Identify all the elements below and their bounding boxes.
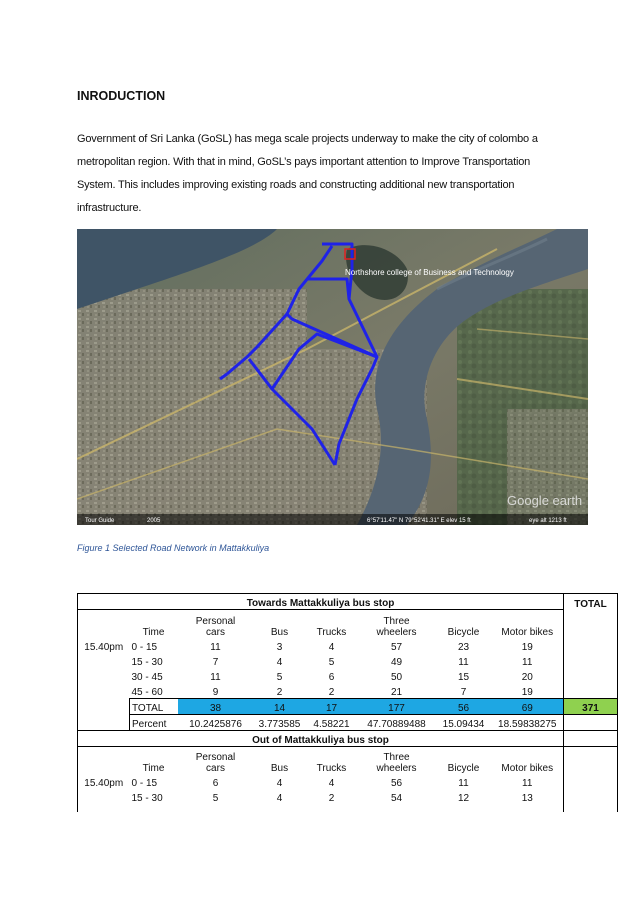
- table-row: 30 - 45 11 5 6 50 15 20: [77, 667, 618, 683]
- total-row: TOTAL 38 14 17 177 56 69 371: [77, 697, 618, 715]
- col-personal-cars: Personal cars: [177, 609, 254, 638]
- intro-line: Government of Sri Lanka (GoSL) has mega …: [77, 133, 538, 145]
- col-three-wheelers: Three wheelers: [357, 609, 436, 638]
- out-title: Out of Mattakkuliya bus stop: [77, 730, 564, 746]
- intro-line: infrastructure.: [77, 202, 142, 214]
- table-row: 15.40pm 0 - 15 6 4 4 56 11 11: [77, 774, 618, 789]
- time-label: 15.40pm: [77, 637, 130, 653]
- intro-line: metropolitan region. With that in mind, …: [77, 156, 531, 168]
- map-coordinates: 6°57'11.47" N 79°52'41.31" E elev 15 ft: [367, 518, 471, 524]
- grand-total: 371: [563, 697, 618, 715]
- map-watermark: Google earth: [507, 493, 582, 508]
- satellite-map-image: Northshore college of Business and Techn…: [77, 229, 588, 525]
- map-eye-altitude: eye alt 1213 ft: [529, 518, 567, 524]
- traffic-count-table: Towards Mattakkuliya bus stop TOTAL Time…: [77, 593, 618, 812]
- map-tour-guide: Tour Guide: [85, 518, 115, 524]
- intro-line: System. This includes improving existing…: [77, 179, 515, 191]
- percent-row: Percent 10.2425876 3.773585 4.58221 47.7…: [77, 714, 618, 731]
- table-row: 15.40pm 0 - 15 11 3 4 57 23 19: [77, 637, 618, 653]
- map-college-label: Northshore college of Business and Techn…: [345, 268, 514, 277]
- map-year: 2005: [147, 518, 161, 524]
- col-bicycle: Bicycle: [435, 609, 492, 638]
- towards-title: Towards Mattakkuliya bus stop: [77, 593, 564, 610]
- intro-paragraph: Government of Sri Lanka (GoSL) has mega …: [77, 128, 577, 220]
- table-row: 15 - 30 5 4 2 54 12 13: [77, 789, 618, 804]
- figure-caption: Figure 1 Selected Road Network in Mattak…: [77, 543, 270, 553]
- col-motor-bikes: Motor bikes: [491, 609, 564, 638]
- col-time: Time: [129, 609, 178, 638]
- table-row: 45 - 60 9 2 2 21 7 19: [77, 682, 618, 698]
- table-row: 15 - 30 7 4 5 49 11 11: [77, 652, 618, 668]
- total-header: TOTAL: [563, 593, 618, 610]
- col-trucks: Trucks: [305, 609, 358, 638]
- col-bus: Bus: [253, 609, 306, 638]
- page-heading: INRODUCTION: [77, 89, 166, 103]
